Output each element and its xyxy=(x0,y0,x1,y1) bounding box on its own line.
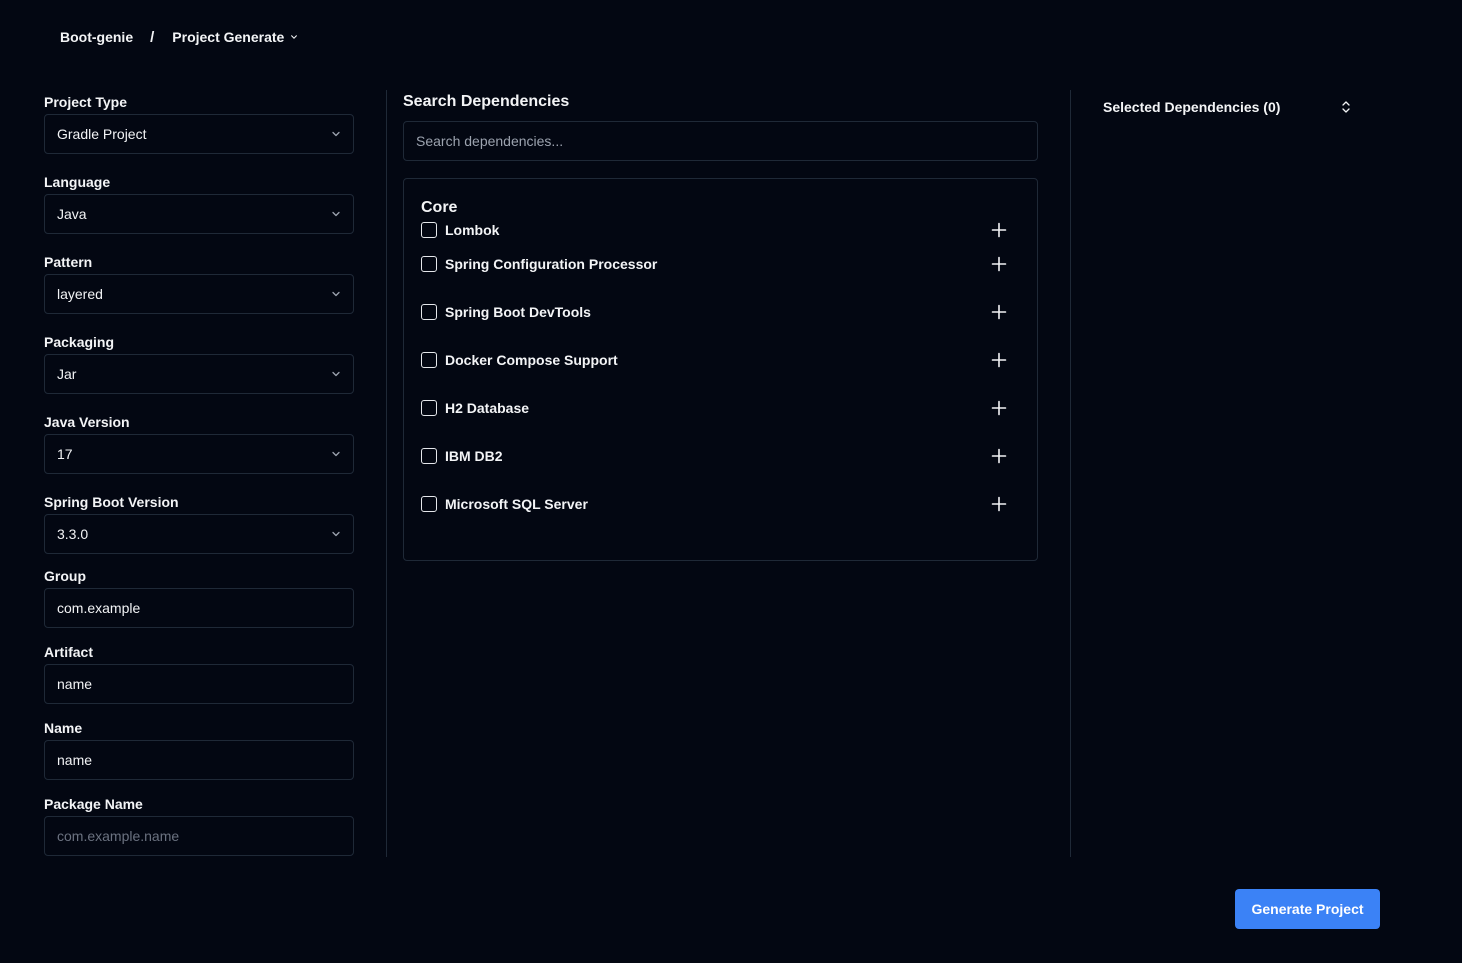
dependency-name: Spring Configuration Processor xyxy=(445,256,658,272)
java-version-select[interactable]: 17 xyxy=(44,434,354,474)
search-dependencies-title: Search Dependencies xyxy=(403,93,570,110)
dependency-checkbox[interactable] xyxy=(421,448,437,464)
breadcrumb-root[interactable]: Boot-genie xyxy=(60,29,133,45)
package-name-group: Package Name xyxy=(44,792,354,856)
plus-icon[interactable] xyxy=(991,448,1007,464)
plus-icon[interactable] xyxy=(991,304,1007,320)
java-version-group: Java Version 17 xyxy=(44,410,354,474)
spring-boot-version-select[interactable]: 3.3.0 xyxy=(44,514,354,554)
plus-icon[interactable] xyxy=(991,496,1007,512)
dependency-name: H2 Database xyxy=(445,400,530,416)
chevron-down-icon xyxy=(332,131,340,137)
dependency-name: Docker Compose Support xyxy=(445,352,618,368)
language-label: Language xyxy=(44,174,111,190)
project-type-select[interactable]: Gradle Project xyxy=(44,114,354,154)
dependency-item-spring-configuration-processor[interactable]: Spring Configuration Processor xyxy=(421,254,1020,274)
left-divider xyxy=(386,90,387,857)
project-type-group: Project Type Gradle Project xyxy=(44,90,354,154)
chevron-down-icon[interactable] xyxy=(290,33,298,41)
packaging-select[interactable]: Jar xyxy=(44,354,354,394)
name-input[interactable] xyxy=(44,740,354,780)
language-group: Language Java xyxy=(44,170,354,234)
dependency-checkbox[interactable] xyxy=(421,222,437,238)
dependency-checkbox[interactable] xyxy=(421,304,437,320)
selected-dependencies-panel: Selected Dependencies (0) xyxy=(1103,96,1353,118)
language-value: Java xyxy=(57,206,87,222)
dependency-item-lombok[interactable]: Lombok xyxy=(421,220,1020,240)
packaging-label: Packaging xyxy=(44,334,115,350)
breadcrumb-current[interactable]: Project Generate xyxy=(172,29,284,45)
spring-boot-version-value: 3.3.0 xyxy=(57,526,89,542)
plus-icon[interactable] xyxy=(991,222,1007,238)
pattern-group: Pattern layered xyxy=(44,250,354,314)
dependency-checkbox[interactable] xyxy=(421,256,437,272)
dependency-item-microsoft-sql-server[interactable]: Microsoft SQL Server xyxy=(421,494,1020,514)
dependency-item-docker-compose-support[interactable]: Docker Compose Support xyxy=(421,350,1020,370)
language-select[interactable]: Java xyxy=(44,194,354,234)
dependency-item-h2-database[interactable]: H2 Database xyxy=(421,398,1020,418)
name-group: Name xyxy=(44,716,354,780)
spring-boot-version-group: Spring Boot Version 3.3.0 xyxy=(44,490,354,554)
pattern-label: Pattern xyxy=(44,254,93,270)
name-label: Name xyxy=(44,720,83,736)
pattern-value: layered xyxy=(57,286,103,302)
dependency-name: Spring Boot DevTools xyxy=(445,304,591,320)
artifact-input[interactable] xyxy=(44,664,354,704)
dependency-checkbox[interactable] xyxy=(421,352,437,368)
artifact-group: Artifact xyxy=(44,640,354,704)
chevron-down-icon xyxy=(332,371,340,377)
plus-icon[interactable] xyxy=(991,400,1007,416)
artifact-label: Artifact xyxy=(44,644,94,660)
dependency-name: Microsoft SQL Server xyxy=(445,496,588,512)
chevron-down-icon xyxy=(332,211,340,217)
breadcrumb: Boot-genie / Project Generate xyxy=(60,26,298,48)
packaging-value: Jar xyxy=(57,366,77,382)
dependency-item-spring-boot-devtools[interactable]: Spring Boot DevTools xyxy=(421,302,1020,322)
dependency-checkbox[interactable] xyxy=(421,496,437,512)
plus-icon[interactable] xyxy=(991,352,1007,368)
java-version-label: Java Version xyxy=(44,414,130,430)
project-type-value: Gradle Project xyxy=(57,126,147,142)
selected-dependencies-header[interactable]: Selected Dependencies (0) xyxy=(1103,96,1353,118)
breadcrumb-separator: / xyxy=(150,28,155,46)
chevron-down-icon xyxy=(332,451,340,457)
dependency-group-title: Core xyxy=(421,199,458,216)
search-input[interactable] xyxy=(403,121,1038,161)
spring-boot-version-label: Spring Boot Version xyxy=(44,494,179,510)
group-input[interactable] xyxy=(44,588,354,628)
group-group: Group xyxy=(44,564,354,628)
group-label: Group xyxy=(44,568,86,584)
dependency-name: Lombok xyxy=(445,222,500,238)
packaging-group: Packaging Jar xyxy=(44,330,354,394)
generate-project-button[interactable]: Generate Project xyxy=(1235,889,1380,929)
selected-dependencies-title: Selected Dependencies (0) xyxy=(1103,99,1281,115)
dependency-list-box[interactable]: Core Lombok Spring Configuration Process… xyxy=(403,178,1038,561)
dependency-name: IBM DB2 xyxy=(445,448,503,464)
chevron-up-down-icon[interactable] xyxy=(1340,100,1352,114)
project-type-label: Project Type xyxy=(44,94,127,110)
plus-icon[interactable] xyxy=(991,256,1007,272)
pattern-select[interactable]: layered xyxy=(44,274,354,314)
dependency-checkbox[interactable] xyxy=(421,400,437,416)
chevron-down-icon xyxy=(332,531,340,537)
project-settings-form: Project Type Gradle Project Language Jav… xyxy=(44,90,354,856)
right-divider xyxy=(1070,90,1071,857)
dependency-item-ibm-db2[interactable]: IBM DB2 xyxy=(421,446,1020,466)
chevron-down-icon xyxy=(332,291,340,297)
package-name-label: Package Name xyxy=(44,796,143,812)
java-version-value: 17 xyxy=(57,446,73,462)
package-name-input[interactable] xyxy=(44,816,354,856)
dependency-search-panel: Search Dependencies Core Lombok Spring C… xyxy=(403,90,1038,561)
